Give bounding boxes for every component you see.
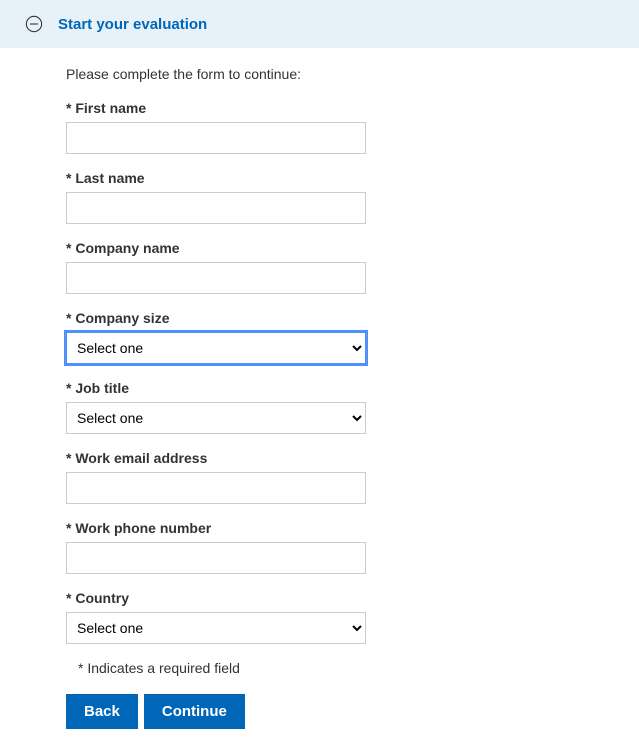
label-last-name: * Last name xyxy=(66,170,615,186)
select-company-size[interactable]: Select one xyxy=(66,332,366,364)
form-container: Please complete the form to continue: * … xyxy=(0,48,639,753)
label-first-name: * First name xyxy=(66,100,615,116)
label-work-phone: * Work phone number xyxy=(66,520,615,536)
field-last-name: * Last name xyxy=(66,170,615,224)
label-country: * Country xyxy=(66,590,615,606)
label-work-email: * Work email address xyxy=(66,450,615,466)
label-company-name: * Company name xyxy=(66,240,615,256)
required-note: * Indicates a required field xyxy=(78,660,615,676)
input-last-name[interactable] xyxy=(66,192,366,224)
select-job-title[interactable]: Select one xyxy=(66,402,366,434)
input-first-name[interactable] xyxy=(66,122,366,154)
label-company-size: * Company size xyxy=(66,310,615,326)
collapse-icon xyxy=(24,14,44,34)
field-company-size: * Company size Select one xyxy=(66,310,615,364)
form-instruction: Please complete the form to continue: xyxy=(66,66,615,82)
field-work-phone: * Work phone number xyxy=(66,520,615,574)
header-title: Start your evaluation xyxy=(58,16,207,33)
back-button[interactable]: Back xyxy=(66,694,138,729)
input-work-phone[interactable] xyxy=(66,542,366,574)
input-company-name[interactable] xyxy=(66,262,366,294)
continue-button[interactable]: Continue xyxy=(144,694,245,729)
field-job-title: * Job title Select one xyxy=(66,380,615,434)
field-first-name: * First name xyxy=(66,100,615,154)
select-country[interactable]: Select one xyxy=(66,612,366,644)
field-work-email: * Work email address xyxy=(66,450,615,504)
field-country: * Country Select one xyxy=(66,590,615,644)
form-header[interactable]: Start your evaluation xyxy=(0,0,639,48)
input-work-email[interactable] xyxy=(66,472,366,504)
label-job-title: * Job title xyxy=(66,380,615,396)
button-row: Back Continue xyxy=(66,694,615,729)
field-company-name: * Company name xyxy=(66,240,615,294)
